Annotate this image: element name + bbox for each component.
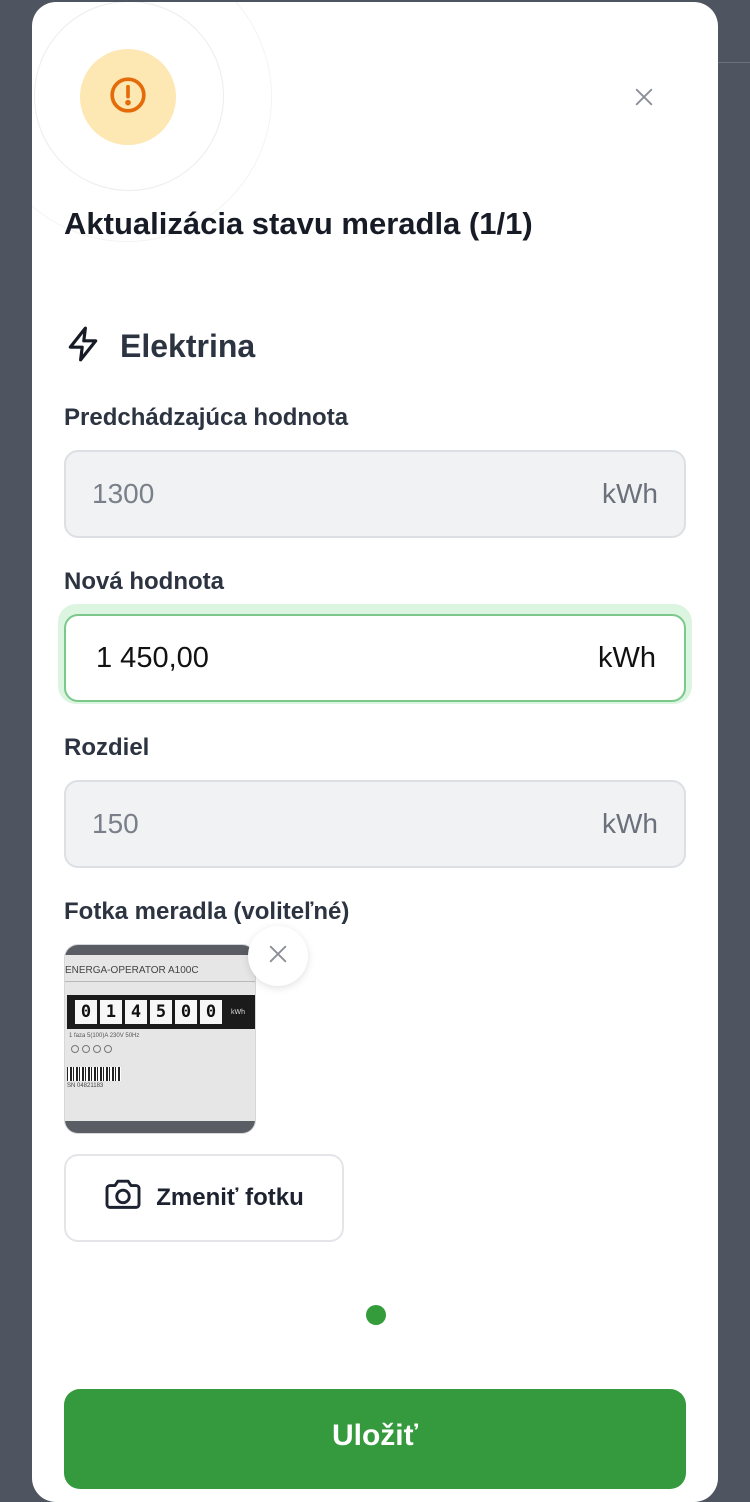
section-header: Elektrina (64, 324, 255, 369)
meter-serial: SN 04821183 (67, 1083, 104, 1089)
meter-digit: 0 (175, 1000, 197, 1024)
meter-frame-bottom (65, 1121, 255, 1133)
meter-divider (65, 981, 255, 982)
meter-display: 0 1 4 5 0 0 kWh (67, 995, 255, 1029)
meter-specs: 1 faza 5(100)A 230V 50Hz (69, 1033, 140, 1039)
pagination-dot-active[interactable] (366, 1305, 386, 1325)
close-icon (633, 86, 655, 113)
meter-digit: 1 (100, 1000, 122, 1024)
meter-digit: 4 (125, 1000, 147, 1024)
difference-label: Rozdiel (64, 734, 150, 761)
lightning-bolt-icon (64, 324, 102, 369)
difference-unit: kWh (602, 808, 658, 839)
camera-icon (104, 1179, 142, 1218)
alert-circle-icon (108, 75, 148, 120)
meter-indicators (71, 1045, 112, 1053)
previous-value-text: 1300 (92, 478, 155, 509)
alert-badge (80, 49, 176, 145)
new-value-unit: kWh (598, 641, 656, 674)
photo-label: Fotka meradla (voliteľné) (64, 898, 350, 925)
previous-value-label: Predchádzajúca hodnota (64, 404, 349, 431)
difference-field: 150 kWh (64, 780, 686, 868)
remove-photo-button[interactable] (248, 926, 308, 986)
meter-frame-top (65, 945, 255, 955)
previous-value-field: 1300 kWh (64, 450, 686, 538)
modal-title: Aktualizácia stavu meradla (1/1) (64, 206, 533, 241)
meter-unit: kWh (231, 1008, 245, 1016)
close-icon (267, 943, 289, 970)
difference-text: 150 (92, 808, 139, 839)
meter-digit: 0 (75, 1000, 97, 1024)
meter-brand-text: ENERGA-OPERATOR A100C (65, 965, 199, 976)
new-value-input[interactable]: 1 450,00 kWh (64, 614, 686, 702)
meter-barcode (67, 1067, 121, 1081)
change-photo-button[interactable]: Zmeniť fotku (64, 1154, 344, 1242)
section-label: Elektrina (120, 328, 256, 364)
meter-digit: 0 (200, 1000, 222, 1024)
meter-photo: ENERGA-OPERATOR A100C 0 1 4 5 0 0 kWh 1 … (64, 944, 256, 1134)
meter-update-modal: Aktualizácia stavu meradla (1/1) Elektri… (32, 2, 718, 1502)
change-photo-label: Zmeniť fotku (156, 1184, 304, 1211)
new-value-text: 1 450,00 (96, 641, 209, 674)
new-value-label: Nová hodnota (64, 568, 224, 595)
save-button[interactable]: Uložiť (64, 1389, 686, 1489)
backdrop-divider (718, 62, 750, 63)
meter-digit: 5 (150, 1000, 172, 1024)
previous-value-unit: kWh (602, 478, 658, 509)
close-button[interactable] (628, 83, 660, 115)
